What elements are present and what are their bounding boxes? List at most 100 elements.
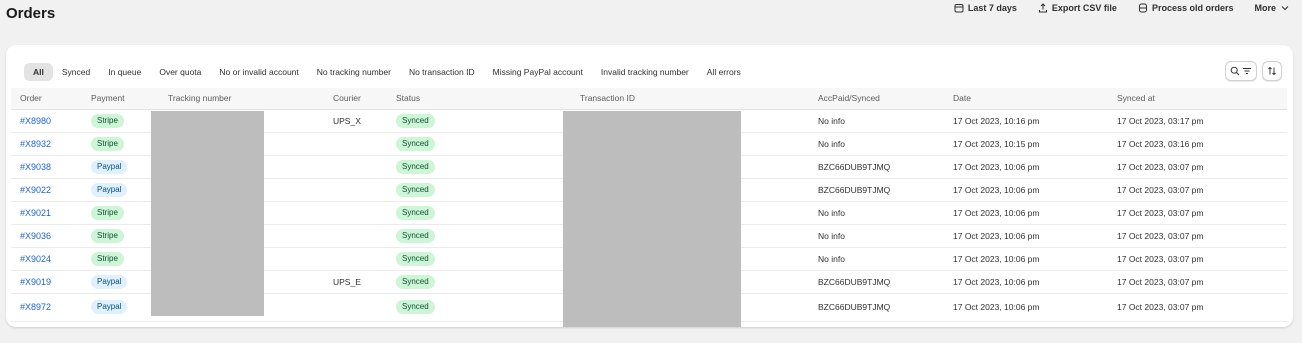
order-link[interactable]: #X8980: [20, 116, 51, 126]
accpaid-cell: BZC66DUB9TJMQ: [818, 276, 891, 287]
column-header-accpaid-synced[interactable]: AccPaid/Synced: [809, 88, 944, 110]
search-icon: [1230, 66, 1240, 76]
payment-badge: Paypal: [91, 300, 128, 314]
process-old-orders-button[interactable]: Process old orders: [1138, 3, 1234, 13]
synced-at-cell: 17 Oct 2023, 03:07 pm: [1117, 302, 1204, 312]
order-cell: #X8932: [11, 132, 82, 155]
database-icon: [1138, 3, 1147, 13]
tab-all-errors[interactable]: All errors: [698, 63, 750, 81]
payment-badge: Paypal: [91, 274, 128, 289]
payment-cell: Paypal: [82, 270, 159, 293]
courier-cell: [324, 155, 387, 178]
table-header-row: Order Payment Tracking number Courier St…: [11, 88, 1287, 110]
export-csv-button[interactable]: Export CSV file: [1038, 3, 1117, 13]
order-link[interactable]: #X9019: [20, 277, 51, 287]
payment-badge: Stripe: [91, 251, 124, 266]
status-cell: Synced: [387, 247, 571, 270]
courier-cell: UPS_X: [333, 115, 361, 126]
date-cell: 17 Oct 2023, 10:06 pm: [953, 207, 1040, 218]
table-tools: [1225, 61, 1282, 81]
tab-in-queue[interactable]: In queue: [99, 63, 150, 81]
payment-badge: Paypal: [91, 182, 128, 197]
payment-cell: Stripe: [82, 109, 159, 132]
accpaid-cell: BZC66DUB9TJMQ: [818, 184, 891, 195]
courier-cell: [324, 224, 387, 247]
column-header-status[interactable]: Status: [387, 88, 571, 110]
column-header-order[interactable]: Order: [11, 88, 82, 110]
status-cell: Synced: [387, 155, 571, 178]
date-cell: 17 Oct 2023, 10:06 pm: [953, 184, 1040, 195]
courier-cell: [324, 132, 387, 155]
tab-missing-paypal-account[interactable]: Missing PayPal account: [484, 63, 592, 81]
column-header-date[interactable]: Date: [944, 88, 1108, 110]
tab-over-quota[interactable]: Over quota: [150, 63, 210, 81]
accpaid-cell: No info: [818, 138, 845, 149]
order-cell: #X9019: [11, 270, 82, 293]
status-badge: Synced: [396, 113, 435, 128]
payment-cell: Paypal: [82, 155, 159, 178]
order-cell: #X9021: [11, 201, 82, 224]
accpaid-cell: No info: [818, 253, 845, 264]
courier-cell: [324, 201, 387, 224]
sort-icon: [1268, 66, 1276, 76]
accpaid-cell: BZC66DUB9TJMQ: [818, 161, 891, 172]
export-csv-label: Export CSV file: [1051, 3, 1117, 13]
orders-card: All Synced In queue Over quota No or inv…: [6, 45, 1293, 327]
synced-at-cell: 17 Oct 2023, 03:16 pm: [1117, 138, 1204, 149]
order-link[interactable]: #X8972: [20, 302, 51, 312]
tab-all[interactable]: All: [24, 63, 53, 81]
sort-button[interactable]: [1262, 61, 1282, 81]
status-cell: Synced: [387, 270, 571, 293]
order-link[interactable]: #X9038: [20, 162, 51, 172]
tab-no-transaction-id[interactable]: No transaction ID: [400, 63, 484, 81]
order-link[interactable]: #X9036: [20, 231, 51, 241]
tab-no-or-invalid-account[interactable]: No or invalid account: [210, 63, 307, 81]
date-range-label: Last 7 days: [967, 3, 1017, 13]
synced-at-cell: 17 Oct 2023, 03:07 pm: [1117, 161, 1204, 172]
status-cell: Synced: [387, 178, 571, 201]
payment-badge: Stripe: [91, 136, 124, 151]
status-cell: Synced: [387, 109, 571, 132]
column-header-synced-at[interactable]: Synced at: [1108, 88, 1287, 110]
more-actions-button[interactable]: More: [1254, 3, 1290, 13]
courier-cell: [324, 178, 387, 201]
process-old-orders-label: Process old orders: [1151, 3, 1234, 13]
tab-no-tracking-number[interactable]: No tracking number: [308, 63, 400, 81]
column-header-payment[interactable]: Payment: [82, 88, 159, 110]
column-header-courier[interactable]: Courier: [324, 88, 387, 110]
order-cell: #X8980: [11, 109, 82, 132]
order-cell: #X9022: [11, 178, 82, 201]
order-link[interactable]: #X9024: [20, 254, 51, 264]
synced-at-cell: 17 Oct 2023, 03:07 pm: [1117, 276, 1204, 287]
more-actions-label: More: [1254, 3, 1276, 13]
status-badge: Synced: [396, 251, 435, 266]
date-cell: 17 Oct 2023, 10:06 pm: [953, 253, 1040, 264]
tracking-number-redaction: [151, 111, 264, 316]
status-badge: Synced: [396, 228, 435, 243]
date-cell: 17 Oct 2023, 10:15 pm: [953, 138, 1040, 149]
column-header-transaction-id[interactable]: Transaction ID: [571, 88, 809, 110]
search-filter-button[interactable]: [1225, 61, 1257, 81]
synced-at-cell: 17 Oct 2023, 03:07 pm: [1117, 184, 1204, 195]
order-cell: #X9036: [11, 224, 82, 247]
courier-cell: [324, 293, 387, 321]
payment-cell: Paypal: [82, 293, 159, 321]
export-icon: [1038, 3, 1047, 13]
calendar-icon: [954, 4, 964, 13]
filter-tabs: All Synced In queue Over quota No or inv…: [24, 63, 750, 81]
order-link[interactable]: #X8932: [20, 139, 51, 149]
tab-synced[interactable]: Synced: [53, 63, 99, 81]
accpaid-cell: No info: [818, 115, 845, 126]
date-range-button[interactable]: Last 7 days: [954, 3, 1017, 13]
date-cell: 17 Oct 2023, 10:06 pm: [953, 276, 1040, 287]
column-header-tracking-number[interactable]: Tracking number: [159, 88, 324, 110]
order-cell: #X9038: [11, 155, 82, 178]
order-link[interactable]: #X9022: [20, 185, 51, 195]
date-cell: 17 Oct 2023, 10:06 pm: [953, 302, 1040, 312]
order-link[interactable]: #X9021: [20, 208, 51, 218]
tab-invalid-tracking-number[interactable]: Invalid tracking number: [592, 63, 698, 81]
accpaid-cell: No info: [818, 230, 845, 241]
payment-cell: Stripe: [82, 201, 159, 224]
status-badge: Synced: [396, 205, 435, 220]
payment-badge: Stripe: [91, 205, 124, 220]
